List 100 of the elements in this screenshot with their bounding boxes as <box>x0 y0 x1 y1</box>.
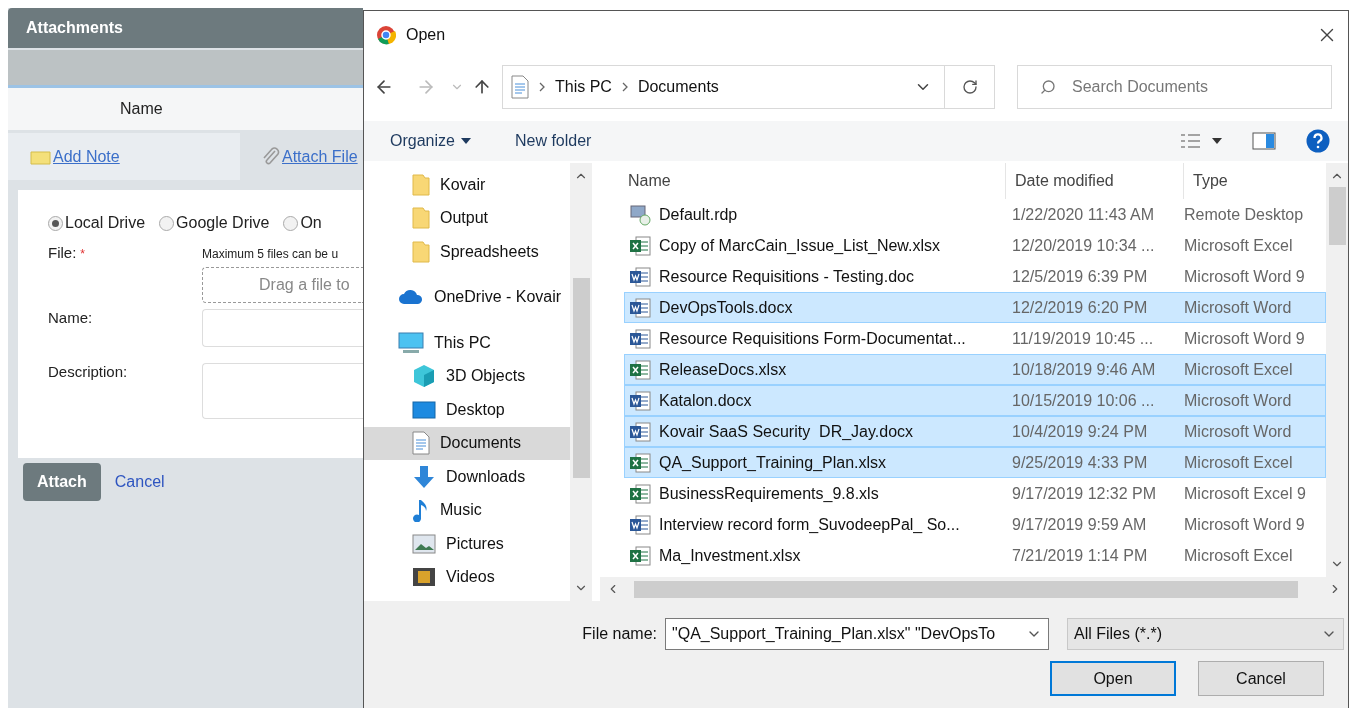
spreadsheet-icon <box>629 451 651 474</box>
image-icon <box>412 533 436 554</box>
dialog-button[interactable]: Cancel <box>1198 661 1324 696</box>
file-name: Katalon.docx <box>659 391 752 410</box>
description-field[interactable] <box>202 363 363 419</box>
spreadsheet-icon <box>629 234 651 257</box>
nav-item[interactable]: Videos <box>364 560 570 594</box>
chevron-icon <box>621 82 628 92</box>
document-icon <box>412 431 430 456</box>
file-name: Resource Requisitions - Testing.doc <box>659 267 914 286</box>
nav-item[interactable]: OneDrive - Kovair <box>364 280 570 314</box>
date-cell: 12/5/2019 6:39 PM <box>1012 267 1148 286</box>
field-label: File: <box>48 244 77 261</box>
scrollbar-thumb[interactable] <box>1328 187 1346 245</box>
type-cell: Remote Desktop <box>1184 205 1304 224</box>
file-row[interactable]: Default.rdp 1/22/2020 11:43 AM Remote Desktop <box>624 199 1326 230</box>
column-header: Name <box>120 100 163 118</box>
caret-icon <box>460 138 471 144</box>
tab-link[interactable]: Add Note <box>53 147 120 166</box>
type-cell: Microsoft Excel <box>1184 453 1293 472</box>
browser-logo-icon <box>376 25 396 45</box>
nav-item[interactable]: Documents <box>364 426 570 460</box>
file-row[interactable]: Resource Requisitions - Testing.doc 12/5/2019 6:39 PM Microsoft Word 9 <box>624 261 1326 292</box>
file-row[interactable]: ReleaseDocs.xlsx 10/18/2019 9:46 AM Microsoft Excel <box>624 354 1326 385</box>
type-cell: Microsoft Excel 9 <box>1184 484 1306 503</box>
document-icon <box>629 265 651 288</box>
radio-button[interactable] <box>48 215 63 231</box>
nav-item[interactable]: Music <box>364 493 570 527</box>
input-field[interactable] <box>202 309 363 347</box>
file-name: ReleaseDocs.xlsx <box>659 360 787 379</box>
radio-button[interactable] <box>159 215 175 231</box>
screen-icon <box>412 400 436 419</box>
file-row[interactable]: Copy of MarcCain_Issue_List_New.xlsx 12/20/2019 10:34 ... Microsoft Excel <box>624 230 1326 261</box>
file-name: Kovair SaaS Security DR_Jay.docx <box>659 422 914 441</box>
radio-option[interactable]: Local Drive <box>48 214 146 232</box>
toolbar-button[interactable]: Organize <box>390 132 471 150</box>
scrollbar[interactable] <box>570 163 592 601</box>
column-header[interactable]: Type <box>1193 172 1228 190</box>
document-icon <box>629 513 651 536</box>
radio-button[interactable] <box>283 215 299 231</box>
file-row[interactable]: BusinessRequirements_9.8.xls 9/17/2019 12:32 PM Microsoft Excel 9 <box>624 478 1326 509</box>
file-type-dropdown[interactable]: All Files (*.*) <box>1067 618 1344 650</box>
column-header[interactable]: Date modified <box>1015 172 1114 190</box>
file-row[interactable]: Interview record form_SuvodeepPal_ So... 9/17/2019 9:59 AM Microsoft Word 9 <box>624 509 1326 540</box>
file-row[interactable]: Kovair SaaS Security DR_Jay.docx 10/4/2019 9:24 PM Microsoft Word <box>624 416 1326 447</box>
file-row[interactable]: Katalon.docx 10/15/2019 10:06 ... Microsoft Word <box>624 385 1326 416</box>
attach-button[interactable]: Attach <box>23 463 101 501</box>
file-name: Ma_Investment.xlsx <box>659 546 801 565</box>
nav-item[interactable]: This PC <box>364 326 570 360</box>
dialog-button[interactable]: Open <box>1050 661 1176 696</box>
spreadsheet-icon <box>629 358 651 381</box>
address-bar[interactable]: This PC Documents <box>502 65 995 109</box>
radio-option[interactable]: Google Drive <box>159 214 270 232</box>
horizontal-scrollbar[interactable] <box>600 577 1348 601</box>
file-row[interactable]: DevOpsTools.docx 12/2/2019 6:20 PM Microsoft Word <box>624 292 1326 323</box>
nav-item[interactable]: Output <box>364 201 570 235</box>
date-cell: 9/17/2019 9:59 AM <box>1012 515 1147 534</box>
nav-item[interactable]: Desktop <box>364 393 570 427</box>
nav-item[interactable]: Downloads <box>364 460 570 494</box>
file-row[interactable]: Ma_Investment.xlsx 7/21/2019 1:14 PM Microsoft Excel <box>624 540 1326 571</box>
file-name: Resource Requisitions Form-Documentat... <box>659 329 966 348</box>
tab-link[interactable]: Attach File <box>282 147 358 166</box>
scrollbar-thumb[interactable] <box>572 278 590 478</box>
scrollbar-thumb[interactable] <box>634 580 1298 598</box>
column-header[interactable]: Name <box>628 172 671 190</box>
nav-item[interactable]: Kovair <box>364 168 570 202</box>
document-icon <box>629 327 651 350</box>
file-name: BusinessRequirements_9.8.xls <box>659 484 879 503</box>
nav-item[interactable]: 3D Objects <box>364 359 570 393</box>
file-name-field[interactable]: "QA_Support_Training_Plan.xlsx" "DevOpsTo <box>665 618 1049 650</box>
view-options-button[interactable] <box>1180 133 1222 149</box>
date-cell: 12/2/2019 6:20 PM <box>1012 298 1148 317</box>
search-field[interactable]: Search Documents <box>1017 65 1332 109</box>
type-cell: Microsoft Word <box>1184 391 1292 410</box>
type-cell: Microsoft Word 9 <box>1184 515 1305 534</box>
date-cell: 7/21/2019 1:14 PM <box>1012 546 1148 565</box>
file-row[interactable]: QA_Support_Training_Plan.xlsx 9/25/2019 4:33 PM Microsoft Excel <box>624 447 1326 478</box>
type-cell: Microsoft Excel <box>1184 236 1293 255</box>
nav-item[interactable]: Pictures <box>364 527 570 561</box>
file-name: Interview record form_SuvodeepPal_ So... <box>659 515 960 534</box>
date-cell: 9/17/2019 12:32 PM <box>1012 484 1157 503</box>
preview-pane-button[interactable] <box>1252 132 1276 150</box>
breadcrumb-item[interactable]: This PC <box>555 78 612 96</box>
toolbar-button[interactable]: New folder <box>514 132 592 150</box>
tab[interactable]: Add Note <box>8 133 240 180</box>
down-arrow-icon <box>412 464 436 489</box>
date-cell: 9/25/2019 4:33 PM <box>1012 453 1148 472</box>
nav-item[interactable]: Spreadsheets <box>364 235 570 269</box>
dialog-title: Open <box>406 26 447 44</box>
file-row[interactable]: Resource Requisitions Form-Documentat... 11/19/2019 10:45 ... Microsoft Word 9 <box>624 323 1326 354</box>
search-icon <box>1040 79 1056 95</box>
note-icon <box>30 148 51 165</box>
scrollbar[interactable] <box>1326 163 1348 577</box>
radio-option[interactable]: On <box>283 214 322 232</box>
date-cell: 10/18/2019 9:46 AM <box>1012 360 1156 379</box>
cancel-link[interactable]: Cancel <box>114 473 165 491</box>
breadcrumb-item[interactable]: Documents <box>637 78 719 96</box>
help-button[interactable] <box>1306 129 1330 153</box>
document-icon <box>629 420 651 443</box>
music-note-icon <box>412 498 430 523</box>
